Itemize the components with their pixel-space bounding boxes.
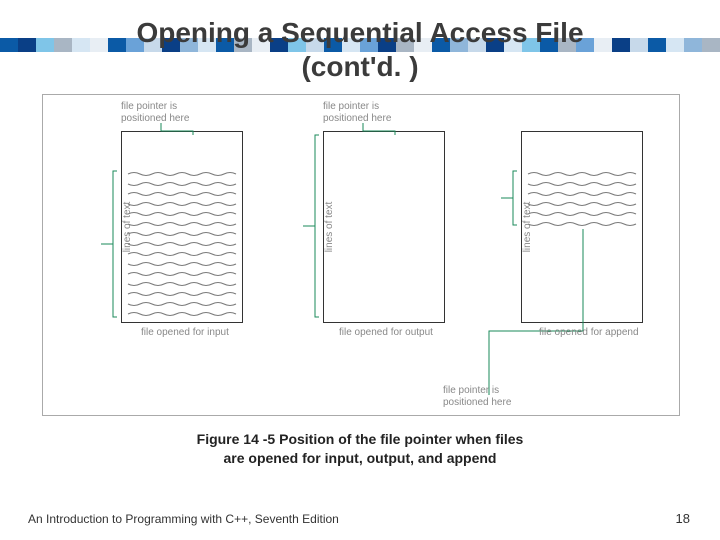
title-line-1: Opening a Sequential Access File: [136, 17, 583, 48]
footer-page-number: 18: [676, 511, 690, 526]
slide: Opening a Sequential Access File (cont'd…: [0, 0, 720, 540]
page-title: Opening a Sequential Access File (cont'd…: [0, 0, 720, 83]
bracket-append-icon: [43, 95, 679, 415]
pointer-label-3: file pointer ispositioned here: [443, 385, 511, 409]
footer-left: An Introduction to Programming with C++,…: [28, 512, 339, 526]
bottom-label-3: file opened for append: [539, 327, 639, 339]
title-line-2: (cont'd. ): [301, 51, 418, 82]
figure-container: file pointer ispositioned here: [42, 94, 680, 416]
figure-caption: Figure 14 -5 Position of the file pointe…: [0, 430, 720, 468]
